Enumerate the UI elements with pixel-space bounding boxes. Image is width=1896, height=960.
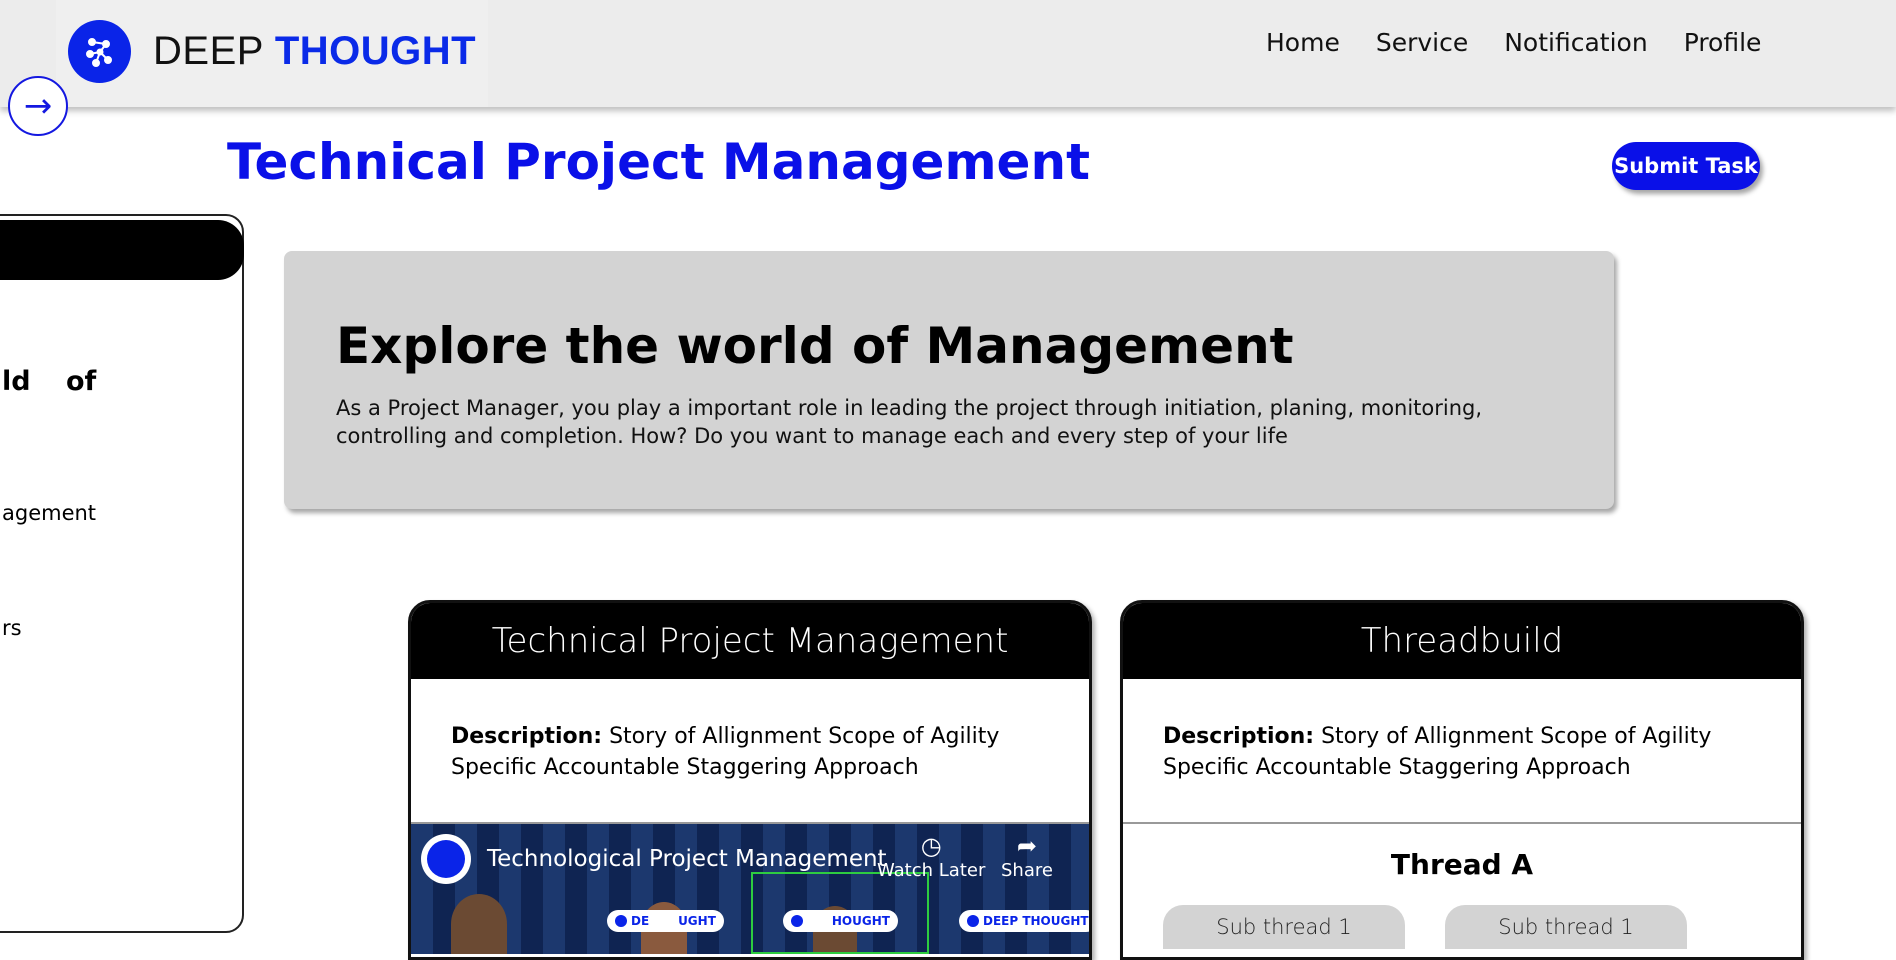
sidebar-panel: ld of agement rs [0, 214, 244, 933]
sidebar-header [0, 220, 244, 280]
video-thumbnail[interactable]: Technological Project Management ◷ Watch… [411, 824, 1089, 954]
nav-notification[interactable]: Notification [1504, 28, 1647, 57]
sidebar-item[interactable]: agement [2, 501, 96, 525]
video-person [451, 894, 507, 954]
video-title[interactable]: Technological Project Management [487, 846, 887, 872]
page-title: Technical Project Management [227, 133, 1090, 191]
brand-light: DEEP [153, 29, 264, 73]
network-nodes-icon [85, 37, 112, 67]
video-background [411, 824, 1089, 954]
task-card: Technical Project Management Description… [408, 600, 1092, 960]
share-label: Share [1001, 860, 1053, 881]
sidebar-toggle-button[interactable]: → [8, 76, 68, 136]
nav-home[interactable]: Home [1266, 28, 1340, 57]
submit-task-button[interactable]: Submit Task [1612, 142, 1760, 190]
sidebar-item[interactable]: rs [2, 616, 22, 640]
explore-banner: Explore the world of Management As a Pro… [284, 251, 1614, 509]
channel-avatar[interactable] [421, 834, 471, 884]
sidebar-heading: ld of [2, 366, 97, 397]
video-badge: DE UGHT [607, 910, 724, 932]
explore-body: As a Project Manager, you play a importa… [336, 396, 1483, 448]
card-title: Technical Project Management [411, 603, 1089, 679]
nav-links: Home Service Notification Profile [1266, 28, 1761, 57]
nav-profile[interactable]: Profile [1684, 28, 1762, 57]
card-description: Description: Story of Allignment Scope o… [411, 679, 1089, 824]
description-label: Description: [1163, 724, 1315, 749]
card-title: Threadbuild [1123, 603, 1801, 679]
top-navbar: DEEP THOUGHT Home Service Notification P… [0, 0, 1896, 107]
watch-later-label: Watch Later [877, 860, 986, 881]
video-badge: DEEP THOUGHT [959, 910, 1089, 932]
sub-thread-button[interactable]: Sub thread 1 [1445, 905, 1687, 949]
thread-title: Thread A [1390, 848, 1534, 881]
card-description: Description: Story of Allignment Scope o… [1123, 679, 1801, 824]
nav-service[interactable]: Service [1376, 28, 1468, 57]
logo-icon[interactable] [68, 20, 131, 83]
description-label: Description: [451, 724, 603, 749]
sub-thread-list: Sub thread 1 Sub thread 1 [1123, 881, 1801, 949]
watch-later-button[interactable]: ◷ Watch Later [877, 832, 985, 881]
clock-icon: ◷ [920, 832, 942, 860]
arrow-right-icon: → [23, 86, 53, 126]
brand-bold: THOUGHT [274, 29, 477, 73]
brand-name[interactable]: DEEP THOUGHT [153, 29, 476, 74]
share-button[interactable]: ➦ Share [1001, 832, 1053, 881]
task-card: Threadbuild Description: Story of Allign… [1120, 600, 1804, 960]
explore-heading: Explore the world of Management [336, 317, 1294, 375]
share-arrow-icon: ➦ [1016, 832, 1038, 860]
sub-thread-button[interactable]: Sub thread 1 [1163, 905, 1405, 949]
video-badge: HOUGHT [783, 910, 898, 932]
